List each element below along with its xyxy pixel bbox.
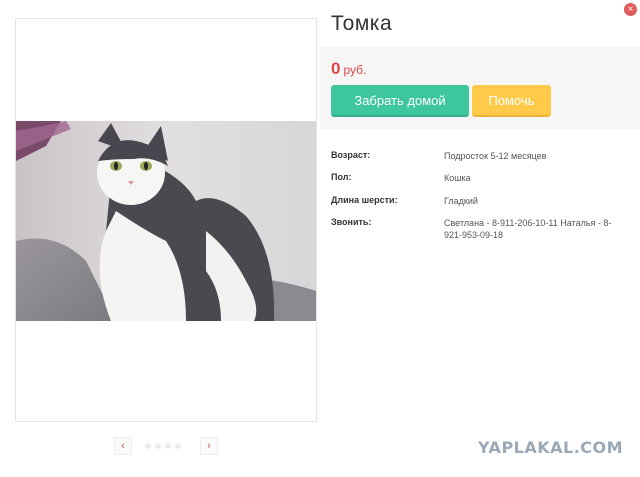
- detail-value: Подросток 5-12 месяцев: [444, 151, 547, 161]
- price-panel: 0 руб. Забрать домой Помочь: [320, 47, 640, 129]
- price-currency: руб.: [343, 63, 367, 77]
- price-value: 0: [331, 59, 341, 78]
- cat-photo-image: [16, 121, 316, 321]
- detail-label: Длина шерсти:: [331, 195, 398, 205]
- chevron-right-icon[interactable]: ›: [200, 437, 218, 455]
- gallery-dot[interactable]: [165, 443, 171, 449]
- watermark: YAPLAKAL.COM: [478, 438, 624, 457]
- detail-value: Светлана - 8-911-206-10-11 Наталья - 8-9…: [444, 218, 612, 240]
- detail-label: Возраст:: [331, 150, 371, 160]
- gallery-dots: [145, 443, 185, 449]
- pet-name-title: Томка: [331, 12, 393, 35]
- price: 0 руб.: [331, 59, 366, 79]
- gallery-dot[interactable]: [145, 443, 151, 449]
- pet-modal: ‹ › Томка × 0 руб. Забрать домой Помочь В…: [0, 0, 640, 477]
- close-icon[interactable]: ×: [624, 3, 637, 16]
- detail-value: Гладкий: [444, 196, 478, 206]
- chevron-left-icon[interactable]: ‹: [114, 437, 132, 455]
- detail-label: Звонить:: [331, 217, 372, 227]
- gallery-dot[interactable]: [175, 443, 181, 449]
- pet-photo[interactable]: [16, 121, 316, 321]
- gallery-dot[interactable]: [155, 443, 161, 449]
- help-button[interactable]: Помочь: [472, 85, 551, 117]
- detail-value: Кошка: [444, 173, 471, 183]
- gallery-nav: ‹ ›: [114, 437, 218, 455]
- take-home-button[interactable]: Забрать домой: [331, 85, 469, 117]
- detail-label: Пол:: [331, 172, 352, 182]
- photo-frame: [15, 18, 317, 422]
